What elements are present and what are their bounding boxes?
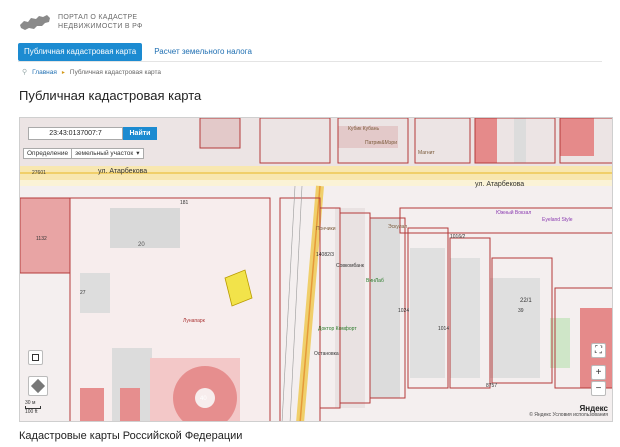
tabs-divider [18,61,602,62]
cadastral-search: Найти [28,127,157,140]
parcel-number: 8757 [486,383,498,389]
breadcrumb: ⚲ Главная ▸ Публичная кадастровая карта [22,68,162,77]
mode-dropdown[interactable]: земельный участок ▾ [72,148,144,159]
cadastral-number-input[interactable] [28,127,123,140]
fullscreen-button[interactable]: ⛶ [591,343,606,358]
site-header: ПОРТАЛ О КАДАСТРЕ НЕДВИЖИМОСТИ В РФ [18,8,143,36]
poi-doc-comfort[interactable]: Доктор Комфорт [318,326,357,332]
breadcrumb-arrow-icon: ▸ [61,69,65,76]
mode-label: Определение [23,148,73,159]
mode-dropdown-value: земельный участок [75,149,134,157]
poi-ponchiki[interactable]: Пончики [316,226,336,232]
poi-magnit[interactable]: Магнит [418,150,435,156]
attribution-text[interactable]: © Яндекс Условия использования [529,412,608,418]
tab-land-tax[interactable]: Расчет земельного налога [148,43,258,61]
poi-eyeland[interactable]: Eyeland Style [542,217,573,223]
poi-patrik[interactable]: Патрик&Мэри [365,140,397,146]
parcel-number: 1014 [438,326,450,332]
parcel-number: 39 [518,308,524,314]
section-title-cadastral-maps: Кадастровые карты Российской Федерации [19,430,243,442]
map-scale: 30 м 100 ft [25,400,41,415]
parcel-number: 27 [80,290,86,296]
parcel-number: 1016/2 [450,234,466,240]
square-icon [32,354,39,361]
chevron-down-icon: ▾ [136,149,140,157]
russia-map-logo-icon[interactable] [18,11,52,33]
street-label-atarbekova-2: ул. Атарбекова [475,181,525,188]
breadcrumb-home-link[interactable]: Главная [32,69,57,76]
brand-title[interactable]: ПОРТАЛ О КАДАСТРЕ НЕДВИЖИМОСТИ В РФ [58,13,143,31]
parcel-number: 14082/3 [316,252,335,258]
layers-icon [30,378,46,394]
parcel-number: 181 [180,200,189,206]
street-label-atarbekova-1: ул. Атарбекова [98,168,148,175]
map-attribution: Яндекс © Яндекс Условия использования [529,405,608,419]
layers-button[interactable] [28,376,48,396]
page-title: Публичная кадастровая карта [19,88,202,103]
parcel-number: 40 [200,396,207,402]
brand-line-2: НЕДВИЖИМОСТИ В РФ [58,23,143,30]
location-pin-icon: ⚲ [22,69,28,76]
poi-kubik[interactable]: Кубик Кубань [348,126,379,132]
poi-lunapark[interactable]: Лунапарк [183,318,205,324]
parcel-number: 20 [138,242,145,248]
main-tabs: Публичная кадастровая карта Расчет земел… [18,43,264,61]
map-canvas[interactable] [20,118,613,422]
zoom-in-button[interactable]: + [591,365,606,380]
mode-selector: Определение земельный участок ▾ [23,148,144,159]
poi-yuzhnyi[interactable]: Южный Вокзал [496,210,531,216]
zoom-out-button[interactable]: − [591,381,606,396]
poi-vinlab[interactable]: ВинЛаб [366,278,384,284]
poi-eskulap[interactable]: Эскулап [388,224,407,230]
breadcrumb-current: Публичная кадастровая карта [69,68,162,76]
parcel-number: 1132 [36,236,47,242]
parcel-number: 1024 [398,308,410,314]
search-button[interactable]: Найти [123,127,157,140]
scale-ratio: 100 ft [25,409,38,415]
cadastral-map[interactable]: ул. Атарбекова ул. Атарбекова Кубик Куба… [19,117,613,422]
poi-stop[interactable]: Остановка [314,351,339,357]
parcel-number: 27601 [32,170,46,176]
poi-sovkom[interactable]: Совкомбанк [336,263,364,269]
parcel-number: 22/1 [520,298,532,304]
draw-area-button[interactable] [28,350,43,365]
tab-cadastral-map[interactable]: Публичная кадастровая карта [18,43,143,61]
brand-line-1: ПОРТАЛ О КАДАСТРЕ [58,14,138,21]
